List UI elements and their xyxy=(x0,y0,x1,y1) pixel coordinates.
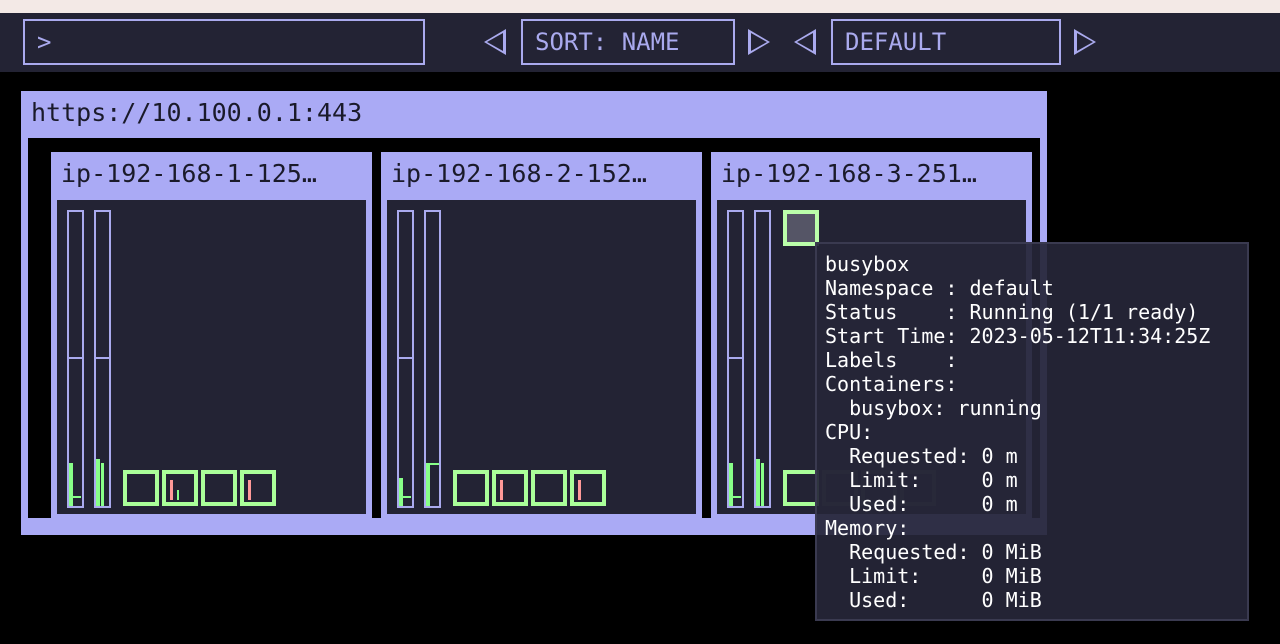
theme-selector[interactable]: DEFAULT xyxy=(831,19,1061,65)
window-top-strip xyxy=(0,0,1280,13)
tooltip-pod-name: busybox xyxy=(825,252,910,276)
theme-prev-arrow-icon[interactable] xyxy=(794,29,816,55)
memory-gauge xyxy=(754,210,771,508)
tooltip-cpu-header: CPU: xyxy=(825,420,874,444)
sort-next-arrow-icon[interactable] xyxy=(748,29,770,55)
tooltip-start-time: Start Time: 2023-05-12T11:34:25Z xyxy=(825,324,1211,348)
node-body xyxy=(387,200,696,514)
toolbar: > SORT: NAME DEFAULT xyxy=(0,13,1280,72)
sort-selector[interactable]: SORT: NAME xyxy=(521,19,735,65)
cluster-url: https://10.100.0.1:443 xyxy=(31,98,363,127)
tooltip-namespace: Namespace : default xyxy=(825,276,1054,300)
tooltip-containers-header: Containers: xyxy=(825,372,958,396)
pod[interactable] xyxy=(570,470,606,506)
memory-gauge xyxy=(424,210,441,508)
pod[interactable] xyxy=(162,470,198,506)
pod[interactable] xyxy=(123,470,159,506)
tooltip-cpu-requested: Requested: 0 m xyxy=(825,444,1018,468)
pod[interactable] xyxy=(453,470,489,506)
node-body xyxy=(57,200,366,514)
tooltip-memory-used: Used: 0 MiB xyxy=(825,588,1042,612)
node-card[interactable]: ip-192-168-1-125… xyxy=(51,152,372,521)
filter-input[interactable]: > xyxy=(23,19,425,65)
pod[interactable] xyxy=(240,470,276,506)
tooltip-memory-limit: Limit: 0 MiB xyxy=(825,564,1042,588)
tooltip-container-status: busybox: running xyxy=(825,396,1042,420)
tooltip-cpu-limit: Limit: 0 m xyxy=(825,468,1018,492)
pod[interactable] xyxy=(492,470,528,506)
tooltip-cpu-used: Used: 0 m xyxy=(825,492,1018,516)
theme-next-arrow-icon[interactable] xyxy=(1074,29,1096,55)
tooltip-memory-requested: Requested: 0 MiB xyxy=(825,540,1042,564)
cpu-gauge xyxy=(67,210,84,508)
pod-tooltip: busybox Namespace : default Status : Run… xyxy=(815,242,1249,621)
node-card[interactable]: ip-192-168-2-152… xyxy=(381,152,702,521)
sort-prev-arrow-icon[interactable] xyxy=(484,29,506,55)
node-name: ip-192-168-3-251… xyxy=(721,159,977,188)
memory-gauge xyxy=(94,210,111,508)
pod-busybox-selected[interactable] xyxy=(783,210,819,246)
tooltip-labels: Labels : xyxy=(825,348,958,372)
tooltip-status: Status : Running (1/1 ready) xyxy=(825,300,1199,324)
cpu-gauge xyxy=(727,210,744,508)
node-name: ip-192-168-1-125… xyxy=(61,159,317,188)
pod[interactable] xyxy=(201,470,237,506)
tooltip-memory-header: Memory: xyxy=(825,516,910,540)
pod[interactable] xyxy=(783,470,819,506)
cpu-gauge xyxy=(397,210,414,508)
pod[interactable] xyxy=(531,470,567,506)
node-name: ip-192-168-2-152… xyxy=(391,159,647,188)
